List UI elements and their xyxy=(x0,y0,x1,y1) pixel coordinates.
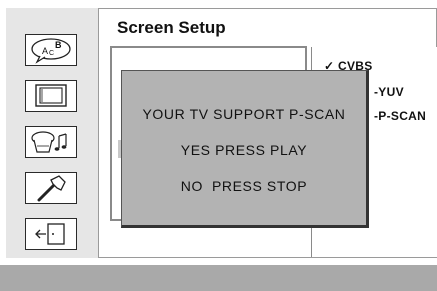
pscan-confirm-dialog: YOUR TV SUPPORT P-SCAN YES PRESS PLAY NO… xyxy=(121,70,369,228)
exit-setup-button[interactable] xyxy=(25,218,77,250)
dialog-no-instruction: NO PRESS STOP xyxy=(180,178,308,194)
language-bubble-icon: A C B xyxy=(28,36,74,64)
bottom-status-bar xyxy=(0,265,437,291)
svg-text:C: C xyxy=(49,50,54,57)
option-p-scan[interactable]: -P-SCAN xyxy=(374,109,426,123)
audio-speaker-icon xyxy=(28,128,74,156)
audio-setup-button[interactable] xyxy=(25,126,77,158)
tools-setup-button[interactable] xyxy=(25,172,77,204)
screen-setup-button[interactable] xyxy=(25,80,77,112)
language-setup-button[interactable]: A C B xyxy=(25,34,77,66)
option-p-scan-label: P-SCAN xyxy=(378,109,427,123)
exit-door-icon xyxy=(31,221,71,247)
tv-screen-icon xyxy=(31,83,71,109)
option-yuv-label: YUV xyxy=(378,85,404,99)
option-yuv[interactable]: -YUV xyxy=(374,85,404,99)
svg-text:B: B xyxy=(55,40,62,50)
dialog-message: YOUR TV SUPPORT P-SCAN xyxy=(142,106,346,122)
svg-text:A: A xyxy=(42,46,48,56)
setup-sidebar: A C B xyxy=(6,8,99,258)
dialog-yes-instruction: YES PRESS PLAY xyxy=(180,142,308,158)
page-title: Screen Setup xyxy=(117,18,226,37)
tools-icon xyxy=(31,174,71,202)
